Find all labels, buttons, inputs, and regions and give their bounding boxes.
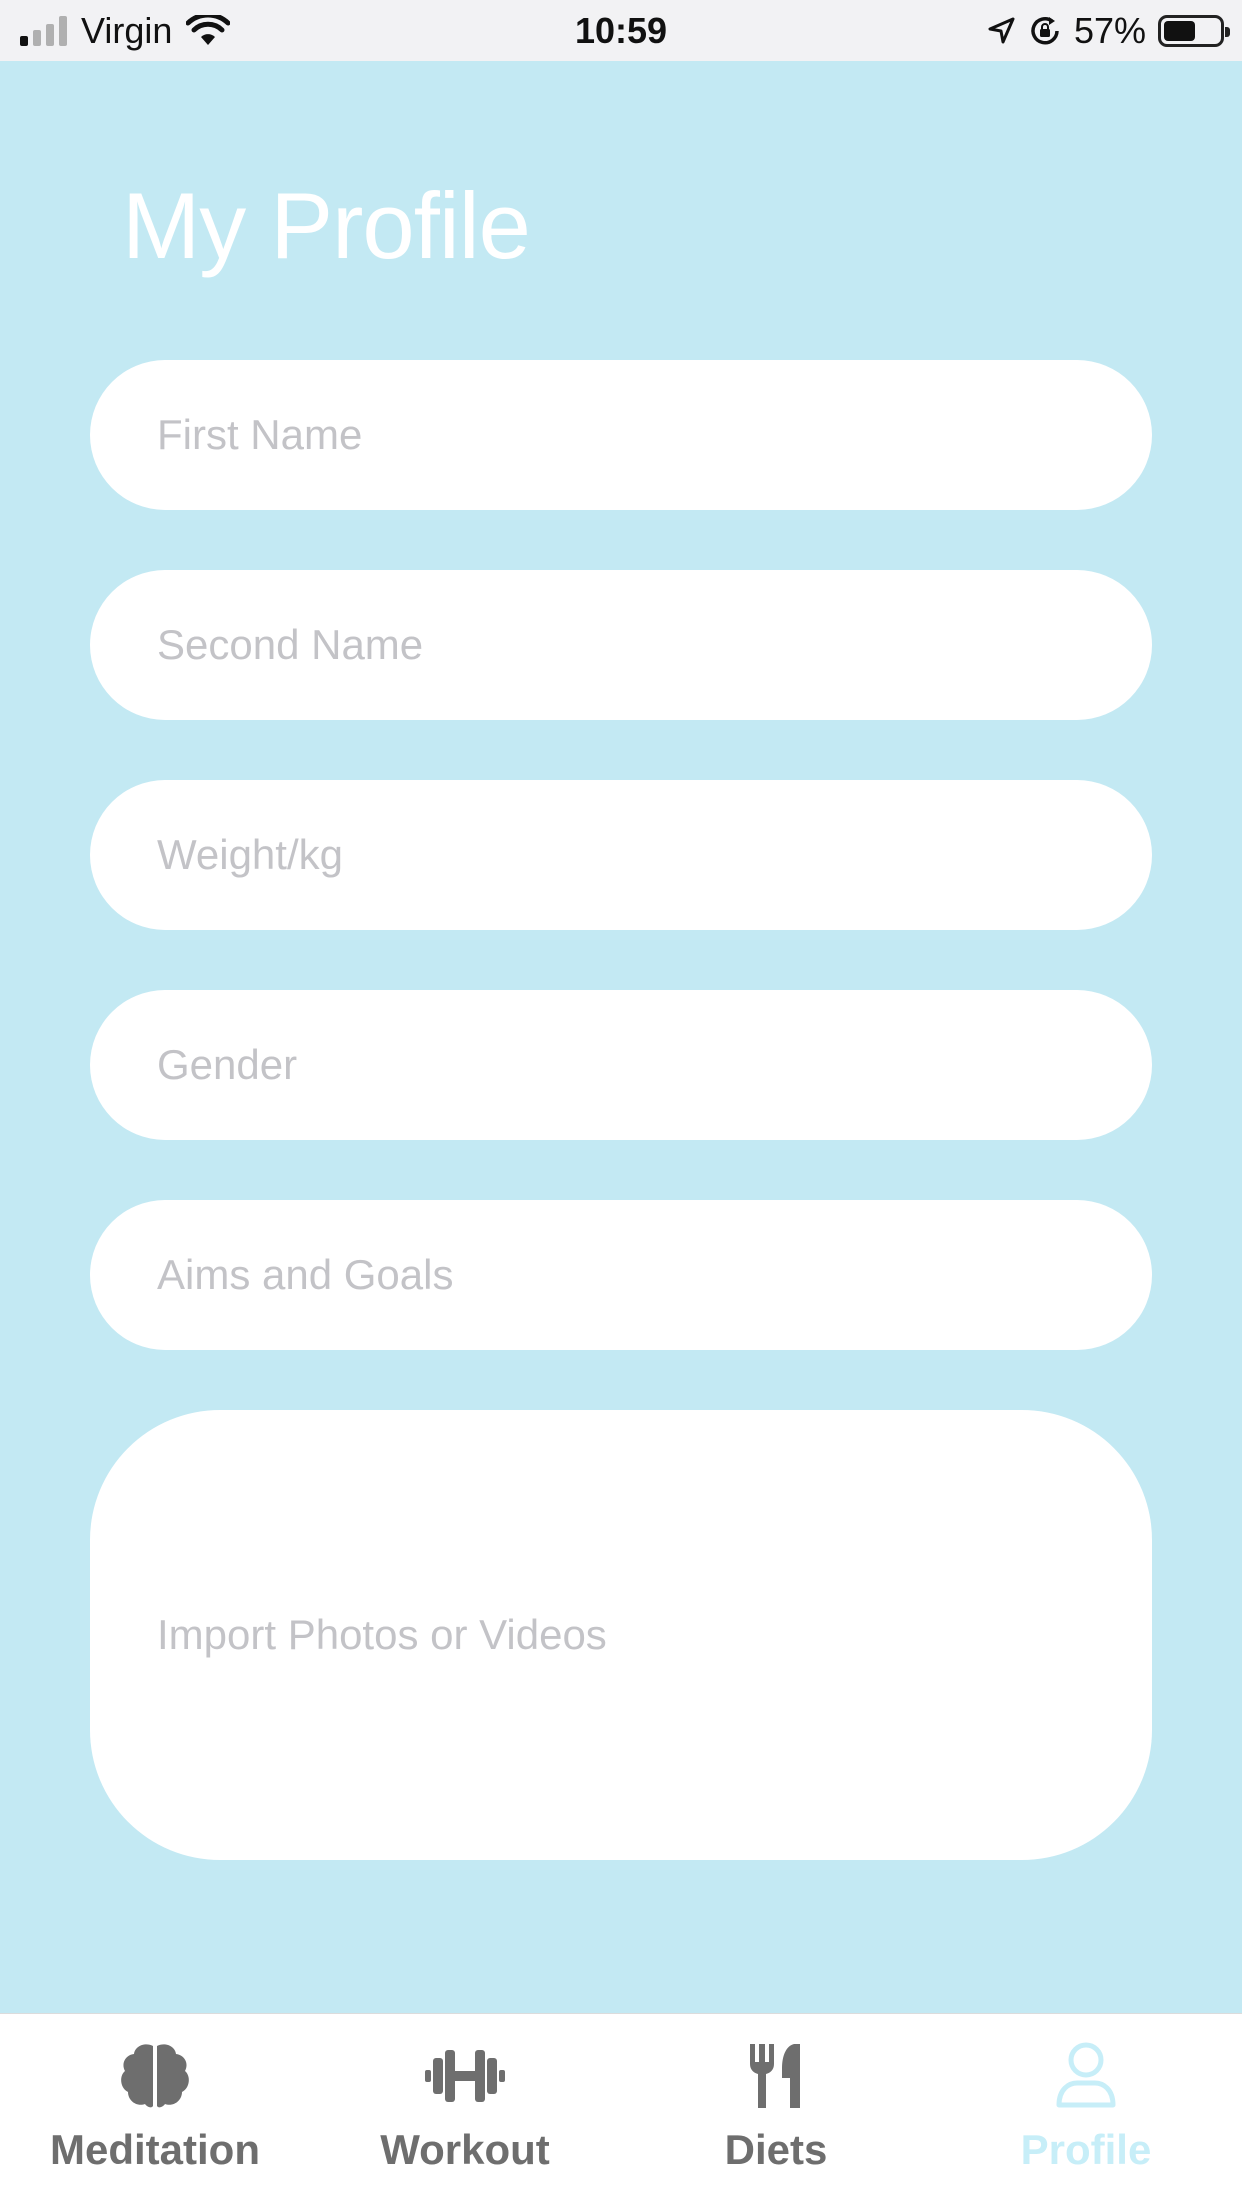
page-title: My Profile xyxy=(122,173,531,278)
second-name-placeholder: Second Name xyxy=(157,621,424,668)
location-arrow-icon xyxy=(988,17,1015,44)
tab-meditation-label: Meditation xyxy=(50,2126,260,2173)
tab-profile-label: Profile xyxy=(1020,2126,1152,2173)
tab-meditation[interactable]: Meditation xyxy=(0,2014,310,2208)
second-name-field[interactable]: Second Name xyxy=(90,570,1152,720)
import-media-button[interactable]: Import Photos or Videos xyxy=(90,1410,1152,1860)
weight-placeholder: Weight/kg xyxy=(157,831,343,878)
tab-profile[interactable]: Profile xyxy=(931,2014,1241,2208)
utensils-icon xyxy=(750,2044,800,2108)
dumbbell-icon xyxy=(425,2050,505,2102)
aims-goals-placeholder: Aims and Goals xyxy=(157,1251,454,1298)
brain-icon xyxy=(121,2044,189,2108)
tab-diets[interactable]: Diets xyxy=(621,2014,931,2208)
status-bar: Virgin 10:59 57% xyxy=(0,0,1242,61)
import-media-label: Import Photos or Videos xyxy=(157,1611,607,1658)
first-name-placeholder: First Name xyxy=(157,411,363,458)
gender-field[interactable]: Gender xyxy=(90,990,1152,1140)
gender-placeholder: Gender xyxy=(157,1041,298,1088)
user-icon xyxy=(1056,2042,1116,2108)
battery-icon xyxy=(1158,15,1230,47)
tab-workout[interactable]: Workout xyxy=(310,2014,620,2208)
aims-goals-field[interactable]: Aims and Goals xyxy=(90,1200,1152,1350)
tab-workout-label: Workout xyxy=(380,2126,550,2173)
battery-percent: 57% xyxy=(1073,10,1146,51)
tab-diets-label: Diets xyxy=(724,2126,828,2173)
first-name-field[interactable]: First Name xyxy=(90,360,1152,510)
tab-bar: Meditation Workout Diets Profile xyxy=(0,2013,1242,2208)
orientation-lock-icon xyxy=(1031,17,1059,45)
weight-field[interactable]: Weight/kg xyxy=(90,780,1152,930)
